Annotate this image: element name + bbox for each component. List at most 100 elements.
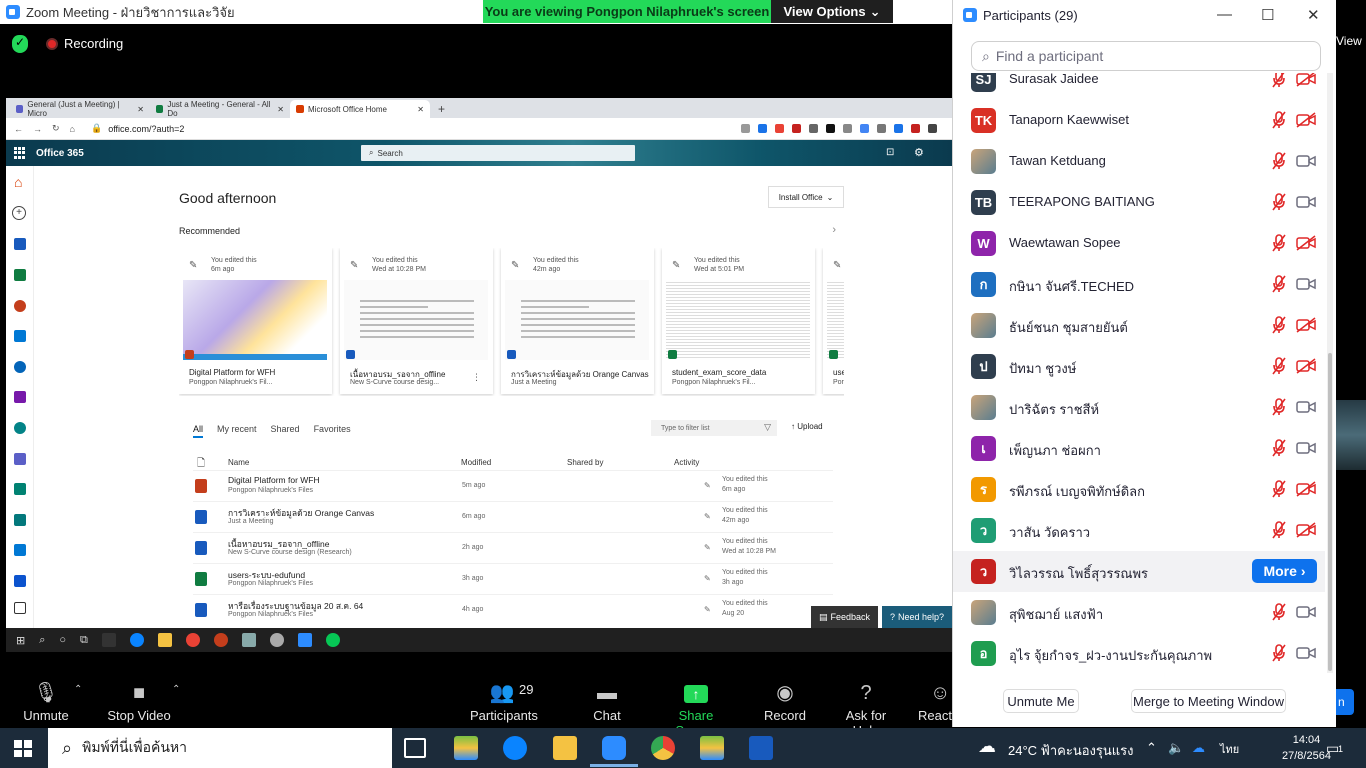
chevron-right-icon[interactable]: › (832, 224, 836, 236)
participant-row[interactable]: ว วิไลวรรณ โพธิ์สุวรรณพร More › (953, 551, 1325, 592)
extension-icon[interactable] (774, 124, 784, 133)
recommended-card[interactable]: ✎ You edited this Wed at 5:01 PM student… (662, 248, 815, 394)
file-explorer-icon[interactable] (553, 736, 577, 760)
video-camera-icon[interactable] (1296, 276, 1316, 292)
microphone-muted-icon[interactable] (1271, 233, 1287, 253)
extension-icon[interactable] (825, 124, 835, 133)
stream-icon[interactable] (14, 544, 26, 556)
file-name[interactable]: Digital Platform for WFH (228, 475, 320, 485)
column-activity[interactable]: Activity (674, 458, 699, 467)
minimize-icon[interactable]: — (1217, 6, 1232, 23)
edge-icon[interactable] (503, 736, 527, 760)
feedback-button[interactable]: ▤ Feedback (811, 606, 878, 628)
microphone-muted-icon[interactable] (1271, 73, 1287, 89)
chrome-icon[interactable] (651, 736, 675, 760)
view-label[interactable]: View (1336, 34, 1362, 48)
onedrive-icon[interactable]: ☁ (1192, 740, 1205, 756)
filter-list-input[interactable]: Type to filter list ▽ (651, 420, 777, 436)
microphone-muted-icon[interactable] (1271, 274, 1287, 294)
participant-row[interactable]: สุพิชฌาย์ แสงฟ้า (953, 592, 1325, 633)
maximize-icon[interactable]: ☐ (1261, 6, 1274, 24)
participant-row[interactable]: ปาริฉัตร ราชสีห์ (953, 387, 1325, 428)
video-camera-icon[interactable] (1296, 645, 1316, 661)
participant-row[interactable]: ร รพีภรณ์ เบญจพิทักษ์ดิลก (953, 469, 1325, 510)
create-icon[interactable]: + (12, 206, 26, 220)
participant-list-scrollbar[interactable] (1327, 73, 1333, 673)
need-help-button[interactable]: ? Need help? (882, 606, 952, 628)
video-off-icon[interactable] (1296, 522, 1316, 538)
volume-icon[interactable]: 🔈 (1168, 740, 1184, 756)
close-icon[interactable]: ✕ (1307, 6, 1320, 24)
participant-row[interactable]: SJ Surasak Jaidee (953, 73, 1325, 100)
close-icon[interactable]: ✕ (137, 105, 144, 114)
column-modified[interactable]: Modified (461, 458, 491, 467)
sway-icon[interactable] (14, 483, 26, 495)
video-off-icon[interactable] (1296, 112, 1316, 128)
home-icon[interactable]: ⌂ (70, 124, 75, 134)
file-row[interactable]: เนื้อหาอบรม_รอจาก_offline New S-Curve co… (193, 532, 833, 562)
recommended-card[interactable]: ✎ You edited this Wed at 10:28 PM เนื้อห… (340, 248, 493, 394)
participant-row[interactable]: TB TEERAPONG BAITIANG (953, 182, 1325, 223)
chevron-up-icon[interactable]: ⌃ (1146, 740, 1157, 756)
recommended-card[interactable]: ✎ You edited this 6m ago Digital Platfor… (179, 248, 332, 394)
install-office-button[interactable]: Install Office ⌄ (768, 186, 844, 208)
file-row[interactable]: การวิเคราะห์ข้อมูลด้วย Orange Canvas Jus… (193, 501, 833, 531)
tab-all[interactable]: All (193, 424, 204, 438)
microphone-muted-icon[interactable] (1271, 151, 1287, 171)
office365-title[interactable]: Office 365 (36, 148, 84, 159)
more-button[interactable]: More › (1252, 559, 1317, 583)
participant-row[interactable]: ป ปัทมา ชูวงษ์ (953, 346, 1325, 387)
unmute-button[interactable]: 🎙 Unmute (22, 682, 70, 723)
extension-icon[interactable] (859, 124, 869, 133)
microphone-muted-icon[interactable] (1271, 479, 1287, 499)
file-row[interactable]: Digital Platform for WFH Pongpon Nilaphr… (193, 470, 833, 500)
windows-search-box[interactable]: ⌕ พิมพ์ที่นี่เพื่อค้นหา (48, 728, 392, 768)
browser-tab-sharepoint[interactable]: Just a Meeting - General - All Do ✕ (150, 100, 290, 118)
microphone-muted-icon[interactable] (1271, 438, 1287, 458)
powerpoint-icon[interactable] (14, 300, 26, 312)
back-icon[interactable]: ← (14, 124, 23, 134)
unmute-me-button[interactable]: Unmute Me (1003, 689, 1079, 713)
word-icon[interactable] (14, 238, 26, 250)
participant-row[interactable]: เ เพ็ญนภา ช่อผกา (953, 428, 1325, 469)
forward-icon[interactable]: → (33, 124, 42, 134)
video-off-icon[interactable] (1296, 481, 1316, 497)
onenote-icon[interactable] (14, 391, 26, 403)
microphone-muted-icon[interactable] (1271, 356, 1287, 376)
power-automate-icon[interactable] (14, 575, 26, 587)
system-clock[interactable]: 14:04 27/8/2564 (1282, 732, 1331, 764)
stop-video-button[interactable]: ■ Stop Video (106, 682, 172, 723)
sharepoint-icon[interactable] (14, 422, 26, 434)
video-camera-icon[interactable] (1296, 194, 1316, 210)
reactions-button[interactable]: ☺ Reacti (918, 682, 952, 723)
forms-icon[interactable] (14, 514, 26, 526)
task-view-icon[interactable] (404, 738, 426, 758)
bookmark-star-icon[interactable] (757, 124, 767, 133)
weather-text[interactable]: 24°C ฟ้าคะนองรุนแรง (1008, 740, 1133, 761)
extension-icon[interactable] (893, 124, 903, 133)
tab-shared[interactable]: Shared (271, 424, 300, 438)
tab-favorites[interactable]: Favorites (314, 424, 351, 438)
microphone-muted-icon[interactable] (1271, 602, 1287, 622)
browser-tab-teams[interactable]: General (Just a Meeting) | Micro ✕ (10, 100, 150, 118)
view-options-button[interactable]: View Options ⌄ (771, 0, 893, 23)
participant-row[interactable]: ธันย์ชนก ชุมสายยันต์ (953, 305, 1325, 346)
recommended-card[interactable]: ✎ use Por (823, 248, 844, 394)
new-tab-icon[interactable]: + (438, 100, 445, 118)
extension-icon[interactable] (808, 124, 818, 133)
app-launcher-icon[interactable] (14, 147, 26, 159)
url-field[interactable]: 🔒 office.com/?auth=2 (91, 121, 711, 137)
close-icon[interactable]: ✕ (277, 105, 284, 114)
recommended-card[interactable]: ✎ You edited this 42m ago การวิเคราะห์ข้… (501, 248, 654, 394)
bluestacks-icon[interactable] (700, 736, 724, 760)
video-camera-icon[interactable] (1296, 604, 1316, 620)
scrollbar-thumb[interactable] (1328, 353, 1332, 671)
extension-icon[interactable] (910, 124, 920, 133)
microphone-muted-icon[interactable] (1271, 315, 1287, 335)
security-shield-icon[interactable] (12, 35, 28, 53)
office-search-input[interactable]: ⌕ Search (361, 145, 635, 161)
close-icon[interactable]: ✕ (417, 105, 424, 114)
merge-to-meeting-window-button[interactable]: Merge to Meeting Window (1131, 689, 1286, 713)
all-apps-icon[interactable] (14, 602, 26, 614)
action-button[interactable]: n (1336, 689, 1354, 715)
